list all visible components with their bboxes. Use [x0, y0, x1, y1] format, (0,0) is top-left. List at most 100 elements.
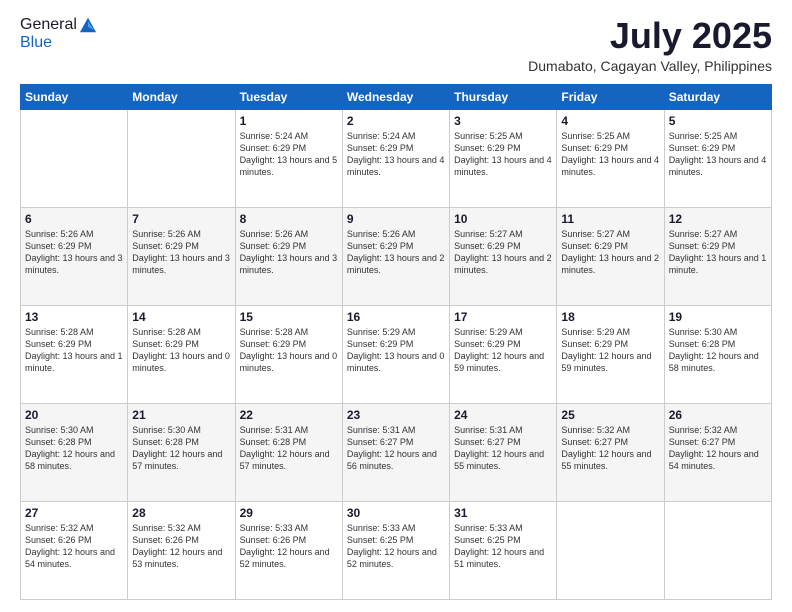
day-number: 17 [454, 310, 552, 324]
day-number: 20 [25, 408, 123, 422]
col-friday: Friday [557, 84, 664, 109]
col-saturday: Saturday [664, 84, 771, 109]
table-row: 29 Sunrise: 5:33 AM Sunset: 6:26 PM Dayli… [235, 501, 342, 599]
day-info: Sunrise: 5:26 AM Sunset: 6:29 PM Dayligh… [25, 228, 123, 277]
day-info: Sunrise: 5:25 AM Sunset: 6:29 PM Dayligh… [669, 130, 767, 179]
col-sunday: Sunday [21, 84, 128, 109]
col-wednesday: Wednesday [342, 84, 449, 109]
day-info: Sunrise: 5:28 AM Sunset: 6:29 PM Dayligh… [240, 326, 338, 375]
page: GeneralBlue July 2025 Dumabato, Cagayan … [0, 0, 792, 612]
day-info: Sunrise: 5:32 AM Sunset: 6:27 PM Dayligh… [561, 424, 659, 473]
day-info: Sunrise: 5:27 AM Sunset: 6:29 PM Dayligh… [669, 228, 767, 277]
day-info: Sunrise: 5:29 AM Sunset: 6:29 PM Dayligh… [347, 326, 445, 375]
table-row: 31 Sunrise: 5:33 AM Sunset: 6:25 PM Dayli… [450, 501, 557, 599]
table-row: 15 Sunrise: 5:28 AM Sunset: 6:29 PM Dayli… [235, 305, 342, 403]
table-row: 17 Sunrise: 5:29 AM Sunset: 6:29 PM Dayli… [450, 305, 557, 403]
day-info: Sunrise: 5:24 AM Sunset: 6:29 PM Dayligh… [240, 130, 338, 179]
day-number: 22 [240, 408, 338, 422]
day-number: 7 [132, 212, 230, 226]
day-info: Sunrise: 5:30 AM Sunset: 6:28 PM Dayligh… [669, 326, 767, 375]
day-number: 28 [132, 506, 230, 520]
day-info: Sunrise: 5:29 AM Sunset: 6:29 PM Dayligh… [454, 326, 552, 375]
day-number: 18 [561, 310, 659, 324]
table-row: 20 Sunrise: 5:30 AM Sunset: 6:28 PM Dayli… [21, 403, 128, 501]
day-number: 23 [347, 408, 445, 422]
day-info: Sunrise: 5:24 AM Sunset: 6:29 PM Dayligh… [347, 130, 445, 179]
day-number: 13 [25, 310, 123, 324]
table-row: 5 Sunrise: 5:25 AM Sunset: 6:29 PM Daylig… [664, 109, 771, 207]
table-row: 6 Sunrise: 5:26 AM Sunset: 6:29 PM Daylig… [21, 207, 128, 305]
day-info: Sunrise: 5:27 AM Sunset: 6:29 PM Dayligh… [454, 228, 552, 277]
calendar-week-row: 6 Sunrise: 5:26 AM Sunset: 6:29 PM Daylig… [21, 207, 772, 305]
logo-blue-text: Blue [20, 34, 52, 51]
day-number: 2 [347, 114, 445, 128]
location: Dumabato, Cagayan Valley, Philippines [528, 58, 772, 74]
day-info: Sunrise: 5:31 AM Sunset: 6:27 PM Dayligh… [454, 424, 552, 473]
table-row: 19 Sunrise: 5:30 AM Sunset: 6:28 PM Dayli… [664, 305, 771, 403]
day-number: 29 [240, 506, 338, 520]
day-info: Sunrise: 5:28 AM Sunset: 6:29 PM Dayligh… [25, 326, 123, 375]
month-title: July 2025 [528, 16, 772, 56]
logo: GeneralBlue [20, 16, 97, 52]
header: GeneralBlue July 2025 Dumabato, Cagayan … [20, 16, 772, 74]
day-number: 15 [240, 310, 338, 324]
table-row: 28 Sunrise: 5:32 AM Sunset: 6:26 PM Dayli… [128, 501, 235, 599]
calendar-table: Sunday Monday Tuesday Wednesday Thursday… [20, 84, 772, 600]
day-info: Sunrise: 5:32 AM Sunset: 6:26 PM Dayligh… [132, 522, 230, 571]
day-number: 6 [25, 212, 123, 226]
day-number: 30 [347, 506, 445, 520]
table-row: 16 Sunrise: 5:29 AM Sunset: 6:29 PM Dayli… [342, 305, 449, 403]
day-number: 21 [132, 408, 230, 422]
day-number: 31 [454, 506, 552, 520]
day-info: Sunrise: 5:29 AM Sunset: 6:29 PM Dayligh… [561, 326, 659, 375]
day-number: 8 [240, 212, 338, 226]
table-row: 12 Sunrise: 5:27 AM Sunset: 6:29 PM Dayli… [664, 207, 771, 305]
day-number: 16 [347, 310, 445, 324]
day-number: 9 [347, 212, 445, 226]
calendar-week-row: 20 Sunrise: 5:30 AM Sunset: 6:28 PM Dayli… [21, 403, 772, 501]
table-row: 13 Sunrise: 5:28 AM Sunset: 6:29 PM Dayli… [21, 305, 128, 403]
calendar-week-row: 1 Sunrise: 5:24 AM Sunset: 6:29 PM Daylig… [21, 109, 772, 207]
day-info: Sunrise: 5:33 AM Sunset: 6:25 PM Dayligh… [347, 522, 445, 571]
day-number: 14 [132, 310, 230, 324]
calendar-header-row: Sunday Monday Tuesday Wednesday Thursday… [21, 84, 772, 109]
col-thursday: Thursday [450, 84, 557, 109]
day-info: Sunrise: 5:30 AM Sunset: 6:28 PM Dayligh… [25, 424, 123, 473]
day-info: Sunrise: 5:32 AM Sunset: 6:27 PM Dayligh… [669, 424, 767, 473]
day-info: Sunrise: 5:26 AM Sunset: 6:29 PM Dayligh… [240, 228, 338, 277]
table-row: 2 Sunrise: 5:24 AM Sunset: 6:29 PM Daylig… [342, 109, 449, 207]
day-info: Sunrise: 5:26 AM Sunset: 6:29 PM Dayligh… [132, 228, 230, 277]
day-info: Sunrise: 5:33 AM Sunset: 6:25 PM Dayligh… [454, 522, 552, 571]
logo-general-text: General [20, 16, 77, 34]
day-info: Sunrise: 5:31 AM Sunset: 6:28 PM Dayligh… [240, 424, 338, 473]
day-number: 5 [669, 114, 767, 128]
table-row [557, 501, 664, 599]
day-info: Sunrise: 5:32 AM Sunset: 6:26 PM Dayligh… [25, 522, 123, 571]
table-row: 23Sunrise: 5:31 AM Sunset: 6:27 PM Dayli… [342, 403, 449, 501]
day-number: 19 [669, 310, 767, 324]
logo-icon [79, 16, 97, 34]
table-row: 14 Sunrise: 5:28 AM Sunset: 6:29 PM Dayli… [128, 305, 235, 403]
day-number: 26 [669, 408, 767, 422]
day-number: 27 [25, 506, 123, 520]
table-row: 18 Sunrise: 5:29 AM Sunset: 6:29 PM Dayli… [557, 305, 664, 403]
day-info: Sunrise: 5:30 AM Sunset: 6:28 PM Dayligh… [132, 424, 230, 473]
day-number: 4 [561, 114, 659, 128]
day-number: 24 [454, 408, 552, 422]
table-row [128, 109, 235, 207]
day-info: Sunrise: 5:33 AM Sunset: 6:26 PM Dayligh… [240, 522, 338, 571]
day-number: 12 [669, 212, 767, 226]
header-right: July 2025 Dumabato, Cagayan Valley, Phil… [528, 16, 772, 74]
day-info: Sunrise: 5:28 AM Sunset: 6:29 PM Dayligh… [132, 326, 230, 375]
day-number: 11 [561, 212, 659, 226]
col-tuesday: Tuesday [235, 84, 342, 109]
table-row: 24 Sunrise: 5:31 AM Sunset: 6:27 PM Dayli… [450, 403, 557, 501]
day-info: Sunrise: 5:25 AM Sunset: 6:29 PM Dayligh… [454, 130, 552, 179]
table-row: 1 Sunrise: 5:24 AM Sunset: 6:29 PM Daylig… [235, 109, 342, 207]
calendar-week-row: 13 Sunrise: 5:28 AM Sunset: 6:29 PM Dayli… [21, 305, 772, 403]
table-row: 26 Sunrise: 5:32 AM Sunset: 6:27 PM Dayli… [664, 403, 771, 501]
day-number: 1 [240, 114, 338, 128]
table-row: 3Sunrise: 5:25 AM Sunset: 6:29 PM Daylig… [450, 109, 557, 207]
table-row: 22 Sunrise: 5:31 AM Sunset: 6:28 PM Dayli… [235, 403, 342, 501]
calendar-week-row: 27 Sunrise: 5:32 AM Sunset: 6:26 PM Dayli… [21, 501, 772, 599]
